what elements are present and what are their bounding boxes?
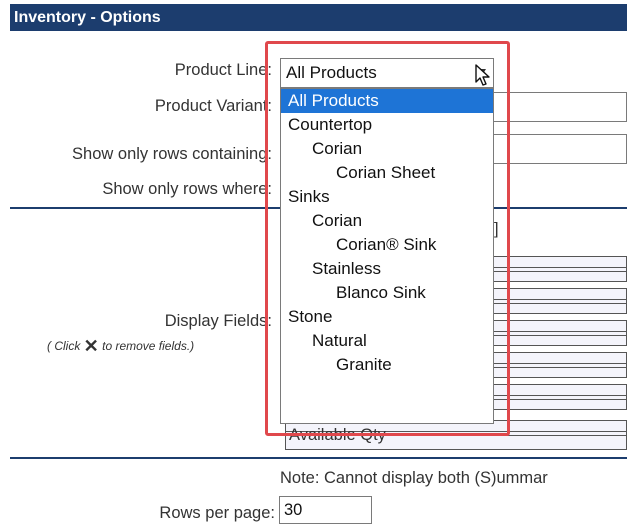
show-rows-containing-label: Show only rows containing: [72, 145, 272, 163]
rows-per-page-label: Rows per page: [159, 504, 275, 522]
display-fields-label: Display Fields: [164, 312, 272, 330]
product-variant-label: Product Variant: [154, 97, 272, 115]
remove-hint-prefix: ( Click [47, 339, 81, 353]
product-line-label: Product Line: [174, 61, 272, 79]
section-divider [10, 457, 627, 459]
product-variant-select[interactable] [492, 92, 627, 122]
window-title: Inventory - Options [10, 4, 627, 31]
note-text: Note: Cannot display both (S)ummar [280, 469, 548, 487]
rows-per-page-input[interactable]: 30 [279, 496, 372, 524]
remove-hint-suffix: to remove fields.) [102, 339, 195, 353]
highlight-annotation [265, 41, 510, 436]
close-icon: ✕ [83, 336, 99, 356]
show-rows-containing-input[interactable] [492, 134, 627, 164]
remove-fields-hint: ( Click ✕ to remove fields.) [47, 334, 195, 356]
show-rows-where-label: Show only rows where: [102, 180, 272, 198]
